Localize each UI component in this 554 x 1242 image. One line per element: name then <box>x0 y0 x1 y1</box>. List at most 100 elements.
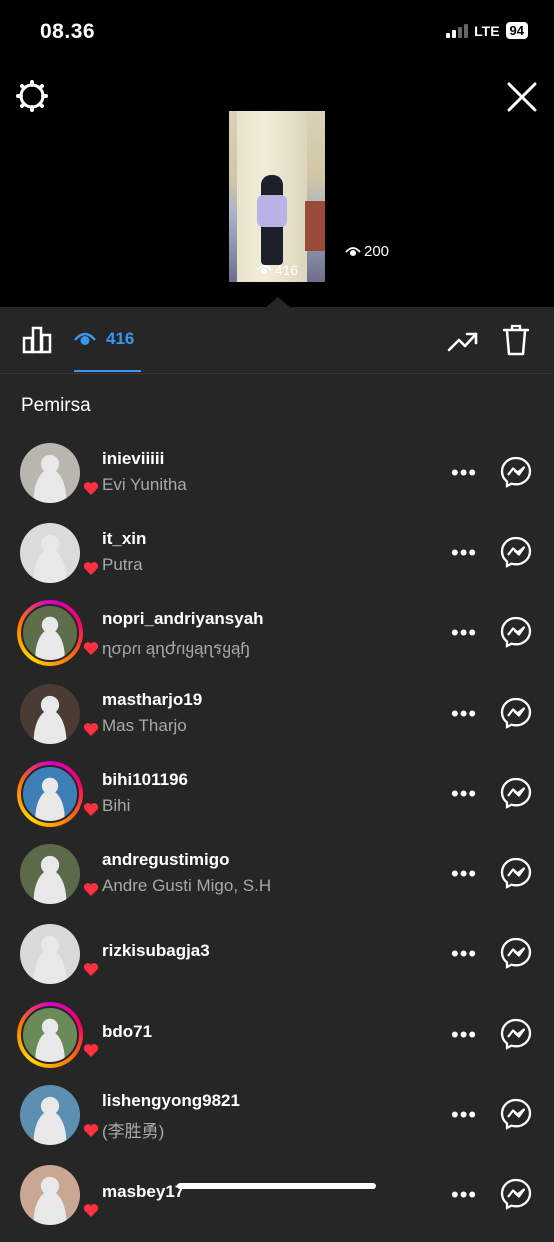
viewer-username[interactable]: rizkisubagja3 <box>102 941 210 961</box>
liked-heart-badge <box>80 718 102 740</box>
liked-heart-badge <box>80 1119 102 1141</box>
liked-heart-badge <box>80 1039 102 1061</box>
more-options-button[interactable]: ••• <box>451 460 477 486</box>
eye-icon <box>345 246 361 256</box>
viewer-full-name: ɳσρɾι ąɳժɾιყąɳรყąɧ <box>102 639 250 658</box>
more-options-button[interactable]: ••• <box>451 620 477 646</box>
viewer-row[interactable]: inieviiiii Evi Yunitha ••• <box>0 440 554 520</box>
viewer-username[interactable]: bihi101196 <box>102 770 188 790</box>
liked-heart-badge <box>80 1199 102 1221</box>
viewers-section-title: Pemirsa <box>21 395 91 416</box>
viewer-full-name: Putra <box>102 555 143 574</box>
avatar[interactable] <box>17 841 102 907</box>
viewer-full-name: Evi Yunitha <box>102 475 187 494</box>
viewer-row[interactable]: andregustimigo Andre Gusti Migo, S.H ••• <box>0 841 554 921</box>
messenger-icon[interactable] <box>500 857 532 889</box>
avatar-image <box>21 1006 79 1064</box>
liked-heart-badge <box>80 637 102 659</box>
status-time: 08.36 <box>40 20 96 43</box>
more-options-button[interactable]: ••• <box>451 781 477 807</box>
viewer-full-name: Bihi <box>102 796 131 815</box>
more-options-button[interactable]: ••• <box>451 941 477 967</box>
viewer-username[interactable]: inieviiiii <box>102 449 164 469</box>
eye-icon <box>256 265 272 274</box>
liked-heart-badge <box>80 477 102 499</box>
messenger-icon[interactable] <box>500 1018 532 1050</box>
heart-icon <box>83 802 99 816</box>
heart-icon <box>83 1123 99 1137</box>
viewer-row[interactable]: nopri_andriyansyah ɳσρɾι ąɳժɾιყąɳรყąɧ ••… <box>0 600 554 680</box>
heart-icon <box>83 561 99 575</box>
heart-icon <box>83 1203 99 1217</box>
avatar[interactable] <box>17 440 102 506</box>
liked-heart-badge <box>80 798 102 820</box>
messenger-icon[interactable] <box>500 616 532 648</box>
liked-heart-badge <box>80 958 102 980</box>
viewer-username[interactable]: nopri_andriyansyah <box>102 609 264 629</box>
eye-icon <box>74 332 96 345</box>
tab-viewers[interactable]: 416 <box>74 329 134 349</box>
avatar-image <box>21 765 79 823</box>
avatar-image <box>20 1085 80 1145</box>
viewer-row[interactable]: it_xin Putra ••• <box>0 520 554 600</box>
thumbnail-view-count: 416 <box>229 262 325 278</box>
more-options-button[interactable]: ••• <box>451 861 477 887</box>
story-thumbnail[interactable]: 416 <box>229 111 325 282</box>
avatar[interactable] <box>17 600 102 666</box>
avatar[interactable] <box>17 1002 102 1068</box>
viewers-count: 416 <box>106 329 135 348</box>
avatar[interactable] <box>17 921 102 987</box>
close-icon[interactable] <box>505 80 539 114</box>
heart-icon <box>83 962 99 976</box>
viewer-row[interactable]: rizkisubagja3 ••• <box>0 921 554 1001</box>
settings-gear-icon[interactable] <box>16 80 48 112</box>
viewer-username[interactable]: bdo71 <box>102 1022 152 1042</box>
messenger-icon[interactable] <box>500 777 532 809</box>
trash-icon[interactable] <box>503 324 529 356</box>
heart-icon <box>83 882 99 896</box>
active-tab-indicator <box>74 370 141 372</box>
viewer-username[interactable]: lishengyong9821 <box>102 1091 240 1111</box>
viewer-row[interactable]: masbey17 ••• <box>0 1162 554 1242</box>
status-indicators: LTE 94 <box>446 22 528 39</box>
viewer-username[interactable]: mastharjo19 <box>102 690 202 710</box>
trending-up-icon[interactable] <box>447 329 479 353</box>
battery-icon: 94 <box>505 22 528 39</box>
messenger-icon[interactable] <box>500 456 532 488</box>
viewer-full-name: Andre Gusti Migo, S.H <box>102 876 272 895</box>
avatar[interactable] <box>17 761 102 827</box>
more-options-button[interactable]: ••• <box>451 1182 477 1208</box>
liked-heart-badge <box>80 878 102 900</box>
avatar-image <box>20 844 80 904</box>
viewer-username[interactable]: masbey17 <box>102 1182 184 1202</box>
avatar-image <box>20 684 80 744</box>
bar-chart-icon[interactable] <box>22 326 52 354</box>
more-options-button[interactable]: ••• <box>451 1102 477 1128</box>
avatar[interactable] <box>17 1082 102 1148</box>
avatar[interactable] <box>17 681 102 747</box>
signal-icon <box>446 23 469 38</box>
avatar-image <box>20 1165 80 1225</box>
viewer-username[interactable]: it_xin <box>102 529 146 549</box>
liked-heart-badge <box>80 557 102 579</box>
messenger-icon[interactable] <box>500 1178 532 1210</box>
messenger-icon[interactable] <box>500 937 532 969</box>
avatar-image <box>20 443 80 503</box>
heart-icon <box>83 641 99 655</box>
more-options-button[interactable]: ••• <box>451 1022 477 1048</box>
messenger-icon[interactable] <box>500 1098 532 1130</box>
next-story-view-count[interactable]: 200 <box>345 243 389 260</box>
avatar[interactable] <box>17 520 102 586</box>
viewer-row[interactable]: bihi101196 Bihi ••• <box>0 761 554 841</box>
more-options-button[interactable]: ••• <box>451 701 477 727</box>
viewer-row[interactable]: lishengyong9821 (李胜勇) ••• <box>0 1082 554 1162</box>
messenger-icon[interactable] <box>500 697 532 729</box>
messenger-icon[interactable] <box>500 536 532 568</box>
avatar[interactable] <box>17 1162 102 1228</box>
viewer-username[interactable]: andregustimigo <box>102 850 230 870</box>
heart-icon <box>83 1043 99 1057</box>
viewer-row[interactable]: bdo71 ••• <box>0 1002 554 1082</box>
avatar-image <box>20 523 80 583</box>
more-options-button[interactable]: ••• <box>451 540 477 566</box>
viewer-row[interactable]: mastharjo19 Mas Tharjo ••• <box>0 681 554 761</box>
